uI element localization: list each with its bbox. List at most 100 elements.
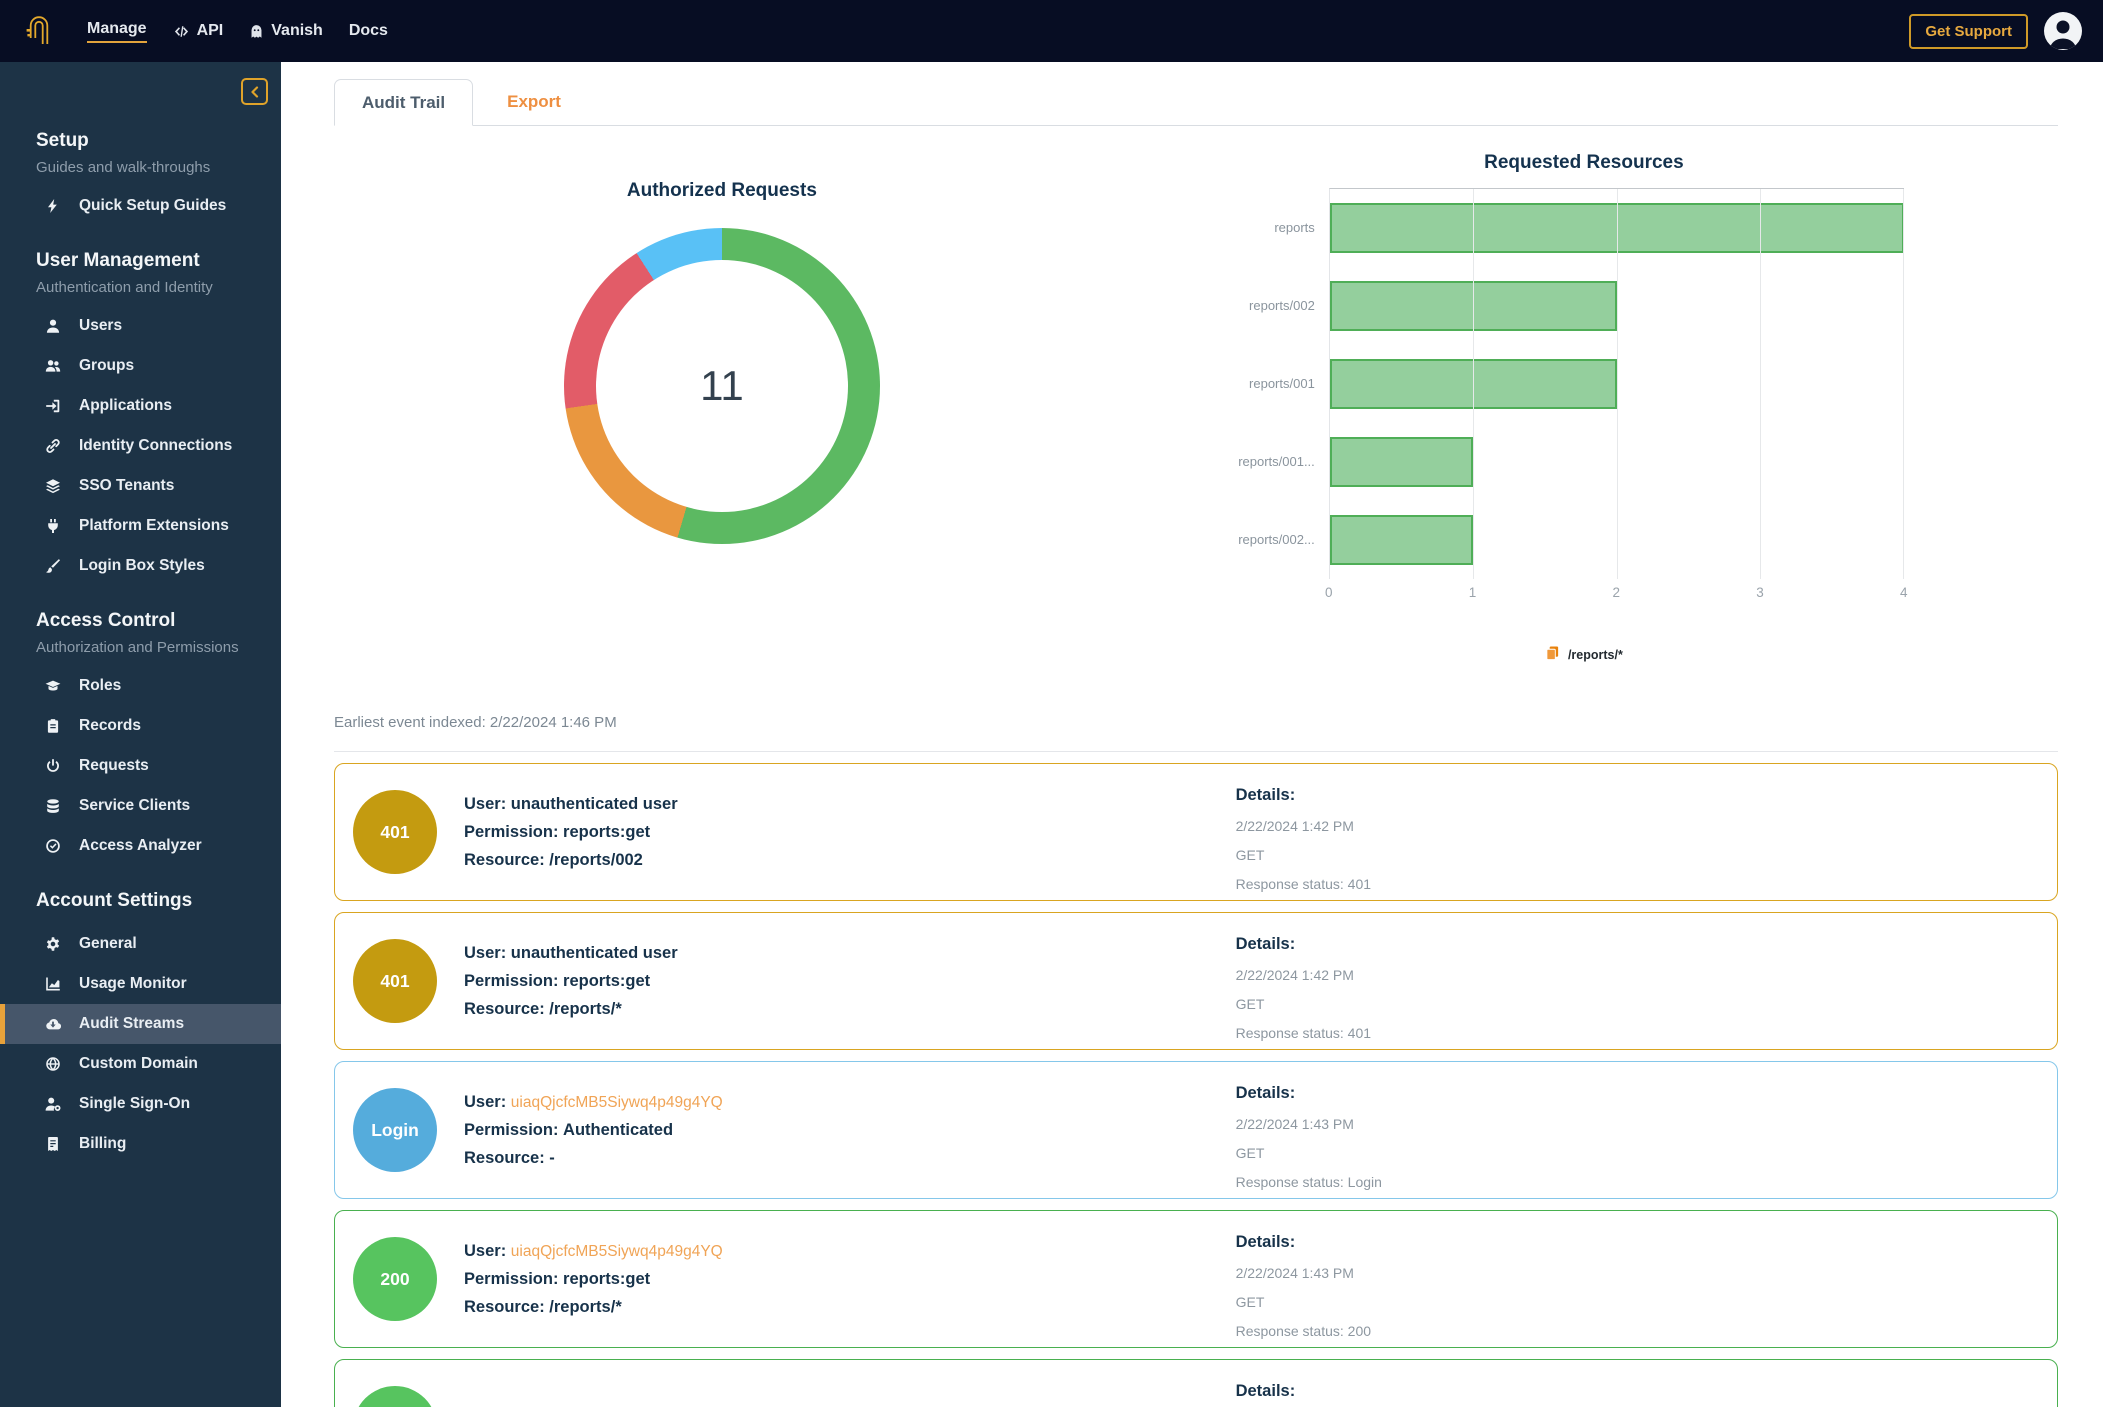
database-icon	[44, 798, 62, 814]
user-line: User: uiaqQjcfcMB5Siywq4p49g4YQ	[464, 1093, 723, 1112]
event-method: GET	[1236, 996, 1371, 1012]
event-method: GET	[1236, 847, 1371, 863]
sidebar-item-access-analyzer[interactable]: Access Analyzer	[0, 826, 281, 866]
sidebar-item-users[interactable]: Users	[0, 306, 281, 346]
sign-in-icon	[44, 398, 62, 414]
authress-logo-icon[interactable]	[24, 14, 54, 48]
tab-audit-trail[interactable]: Audit Trail	[334, 79, 473, 126]
sidebar-item-label: Single Sign-On	[79, 1095, 190, 1113]
nav-link-docs[interactable]: Docs	[349, 22, 388, 40]
bar	[1330, 437, 1474, 487]
sidebar-item-label: Applications	[79, 397, 172, 415]
nav-link-vanish[interactable]: Vanish	[249, 22, 323, 40]
sidebar-item-login-box-styles[interactable]: Login Box Styles	[0, 546, 281, 586]
sidebar-item-label: Quick Setup Guides	[79, 197, 226, 215]
section-subtitle: Authentication and Identity	[0, 279, 281, 296]
sidebar-item-identity-connections[interactable]: Identity Connections	[0, 426, 281, 466]
sidebar-item-label: Usage Monitor	[79, 975, 187, 993]
tick-label: 0	[1325, 585, 1333, 600]
sidebar-item-general[interactable]: General	[0, 924, 281, 964]
sidebar-item-label: Custom Domain	[79, 1055, 198, 1073]
tick-label: 1	[1469, 585, 1477, 600]
sidebar-item-custom-domain[interactable]: Custom Domain	[0, 1044, 281, 1084]
sidebar-item-label: General	[79, 935, 137, 953]
sidebar-item-applications[interactable]: Applications	[0, 386, 281, 426]
resource-line: Resource: -	[464, 1149, 723, 1168]
legend-label: /reports/*	[1568, 648, 1623, 662]
bar-label: reports/001...	[1144, 422, 1329, 500]
section-title: User Management	[0, 250, 281, 272]
audit-event-card: User: uiaqQjcfcMB5Siywq4p49g4YQ Details:	[334, 1359, 2058, 1407]
top-navbar: Manage API Vanish Docs Get Support	[0, 0, 2103, 62]
sidebar-item-requests[interactable]: Requests	[0, 746, 281, 786]
permission-line: Permission: Authenticated	[464, 1121, 723, 1140]
get-support-button[interactable]: Get Support	[1909, 14, 2028, 49]
sidebar-section-account-settings: Account Settings General Usage Monitor A…	[0, 890, 281, 1164]
bar-label: reports/002...	[1144, 500, 1329, 578]
nav-link-label: Vanish	[271, 22, 323, 40]
sidebar-item-single-sign-on[interactable]: Single Sign-On	[0, 1084, 281, 1124]
graduation-cap-icon	[44, 678, 62, 694]
chart-icon	[44, 976, 62, 992]
nav-link-manage[interactable]: Manage	[87, 20, 147, 43]
status-badge: 401	[353, 790, 437, 874]
tab-export[interactable]: Export	[507, 92, 561, 125]
sidebar-collapse-button[interactable]	[241, 78, 268, 105]
bolt-icon	[44, 198, 62, 214]
audit-event-card: Login User: uiaqQjcfcMB5Siywq4p49g4YQ Pe…	[334, 1061, 2058, 1199]
permission-line: Permission: reports:get	[464, 823, 678, 842]
sidebar-section-access-control: Access Control Authorization and Permiss…	[0, 610, 281, 866]
authorized-requests-donut: 11	[564, 228, 880, 544]
sidebar-item-sso-tenants[interactable]: SSO Tenants	[0, 466, 281, 506]
user-id-link[interactable]: uiaqQjcfcMB5Siywq4p49g4YQ	[511, 1243, 723, 1260]
sidebar-item-records[interactable]: Records	[0, 706, 281, 746]
event-method: GET	[1236, 1294, 1371, 1310]
audit-event-card: 401 User: unauthenticated user Permissio…	[334, 763, 2058, 901]
user-id-link[interactable]: uiaqQjcfcMB5Siywq4p49g4YQ	[511, 1094, 723, 1111]
sidebar-item-service-clients[interactable]: Service Clients	[0, 786, 281, 826]
event-time: 2/22/2024 1:42 PM	[1236, 818, 1371, 834]
resource-line: Resource: /reports/*	[464, 1298, 723, 1317]
nav-link-api[interactable]: API	[173, 22, 224, 40]
tick-label: 4	[1900, 585, 1908, 600]
sidebar-item-roles[interactable]: Roles	[0, 666, 281, 706]
status-badge: 200	[353, 1237, 437, 1321]
sidebar-item-audit-streams[interactable]: Audit Streams	[0, 1004, 281, 1044]
user-line: User: unauthenticated user	[464, 944, 678, 963]
charts-row: Authorized Requests 11 Requested Resourc…	[334, 144, 2058, 664]
sidebar-item-label: Login Box Styles	[79, 557, 205, 575]
user-line: User: uiaqQjcfcMB5Siywq4p49g4YQ	[464, 1242, 723, 1261]
user-icon	[44, 318, 62, 334]
sidebar-item-quick-setup-guides[interactable]: Quick Setup Guides	[0, 186, 281, 226]
sidebar-item-label: SSO Tenants	[79, 477, 174, 495]
status-badge	[353, 1386, 437, 1407]
plug-icon	[44, 518, 62, 534]
nav-link-label: Docs	[349, 22, 388, 40]
sidebar-item-platform-extensions[interactable]: Platform Extensions	[0, 506, 281, 546]
sidebar-section-setup: Setup Guides and walk-throughs Quick Set…	[0, 130, 281, 226]
bar-label: reports	[1144, 188, 1329, 266]
sidebar-item-label: Records	[79, 717, 141, 735]
user-avatar-icon[interactable]	[2043, 11, 2083, 51]
audit-event-card: 401 User: unauthenticated user Permissio…	[334, 912, 2058, 1050]
copy-icon	[1545, 645, 1560, 664]
section-title: Access Control	[0, 610, 281, 632]
event-response: Response status: 401	[1236, 876, 1371, 892]
status-badge: 401	[353, 939, 437, 1023]
bar-label: reports/002	[1144, 266, 1329, 344]
details-title: Details:	[1236, 935, 1371, 954]
sidebar-item-groups[interactable]: Groups	[0, 346, 281, 386]
permission-line: Permission: reports:get	[464, 972, 678, 991]
audit-event-list: 401 User: unauthenticated user Permissio…	[334, 763, 2058, 1407]
layers-icon	[44, 478, 62, 494]
user-line: User: unauthenticated user	[464, 795, 678, 814]
chart-legend[interactable]: /reports/*	[1545, 645, 1623, 664]
section-subtitle: Guides and walk-throughs	[0, 159, 281, 176]
sidebar-item-billing[interactable]: Billing	[0, 1124, 281, 1164]
sidebar-item-usage-monitor[interactable]: Usage Monitor	[0, 964, 281, 1004]
invoice-icon	[44, 1136, 62, 1152]
section-title: Account Settings	[0, 890, 281, 912]
earliest-event-text: Earliest event indexed: 2/22/2024 1:46 P…	[334, 714, 2058, 731]
sidebar-item-label: Audit Streams	[79, 1015, 184, 1033]
details-title: Details:	[1236, 786, 1371, 805]
